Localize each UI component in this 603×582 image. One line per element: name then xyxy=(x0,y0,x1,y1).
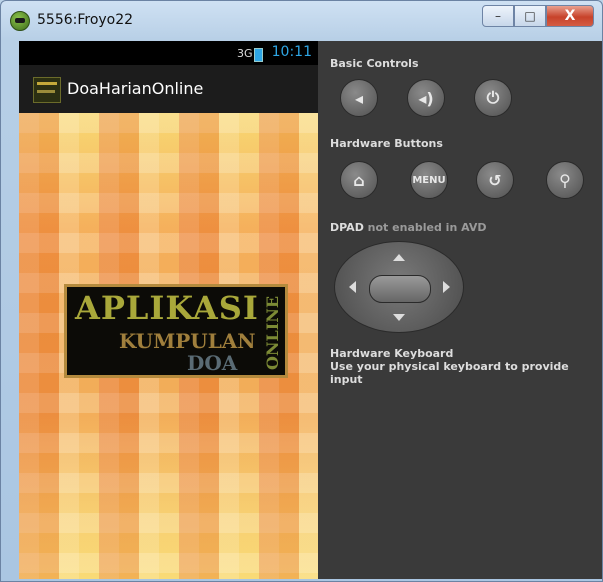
dpad-label: DPAD xyxy=(330,221,364,234)
dpad-note: not enabled in AVD xyxy=(367,221,487,234)
dpad[interactable] xyxy=(334,241,464,333)
volume-down-icon: ◂ xyxy=(354,88,364,108)
hardware-buttons-title: Hardware Buttons xyxy=(330,137,443,150)
window-controls: – □ X xyxy=(482,5,594,27)
app-banner: APLIKASI KUMPULAN DOA ONLINE xyxy=(64,284,288,378)
back-icon: ↺ xyxy=(488,170,502,190)
emulator-content: 3G 10:11 DoaHarianOnline APLIKASI KUMPUL… xyxy=(19,41,602,579)
keyboard-title: Hardware Keyboard xyxy=(330,347,454,360)
status-time: 10:11 xyxy=(271,44,312,60)
back-button[interactable]: ↺ xyxy=(476,161,514,199)
app-logo-icon xyxy=(33,77,61,103)
keyboard-info: Hardware Keyboard Use your physical keyb… xyxy=(330,347,602,386)
home-icon: ⌂ xyxy=(353,170,365,190)
power-button[interactable]: ⏻ xyxy=(474,79,512,117)
dpad-center-button[interactable] xyxy=(369,275,431,303)
app-title-bar: DoaHarianOnline xyxy=(19,65,318,114)
volume-down-button[interactable]: ◂ xyxy=(340,79,378,117)
window-title: 5556:Froyo22 xyxy=(37,12,134,28)
dpad-down-icon[interactable] xyxy=(393,314,405,321)
menu-button[interactable]: MENU xyxy=(410,161,448,199)
splash-screen[interactable]: APLIKASI KUMPULAN DOA ONLINE xyxy=(19,113,318,579)
keyboard-note: Use your physical keyboard to provide in… xyxy=(330,360,569,386)
dpad-up-icon[interactable] xyxy=(393,254,405,261)
minimize-button[interactable]: – xyxy=(482,5,514,27)
android-icon xyxy=(10,11,30,31)
app-title: DoaHarianOnline xyxy=(67,79,204,98)
maximize-button[interactable]: □ xyxy=(514,5,546,27)
banner-line-1: APLIKASI xyxy=(75,289,259,327)
banner-line-3: DOA xyxy=(187,351,238,375)
volume-up-button[interactable]: ◂) xyxy=(407,79,445,117)
power-icon: ⏻ xyxy=(486,88,500,107)
phone-screen[interactable]: 3G 10:11 DoaHarianOnline APLIKASI KUMPUL… xyxy=(19,41,318,579)
volume-up-icon: ◂) xyxy=(418,88,434,108)
dpad-title: DPAD not enabled in AVD xyxy=(330,221,487,234)
battery-icon xyxy=(254,48,263,62)
banner-vertical-text: ONLINE xyxy=(263,295,282,371)
status-bar: 3G 10:11 xyxy=(19,41,318,65)
signal-icon: 3G xyxy=(237,47,253,60)
dpad-right-icon[interactable] xyxy=(443,281,450,293)
basic-controls-title: Basic Controls xyxy=(330,57,419,70)
title-bar[interactable]: 5556:Froyo22 – □ X xyxy=(1,1,602,41)
control-panel: Basic Controls ◂ ◂) ⏻ Hardware Buttons ⌂… xyxy=(330,41,602,579)
search-icon: ⚲ xyxy=(559,170,571,190)
banner-line-2: KUMPULAN xyxy=(119,329,256,353)
search-button[interactable]: ⚲ xyxy=(546,161,584,199)
dpad-left-icon[interactable] xyxy=(349,281,356,293)
home-button[interactable]: ⌂ xyxy=(340,161,378,199)
emulator-window: 5556:Froyo22 – □ X 3G 10:11 DoaHarianOnl… xyxy=(0,0,603,582)
close-button[interactable]: X xyxy=(546,5,594,27)
